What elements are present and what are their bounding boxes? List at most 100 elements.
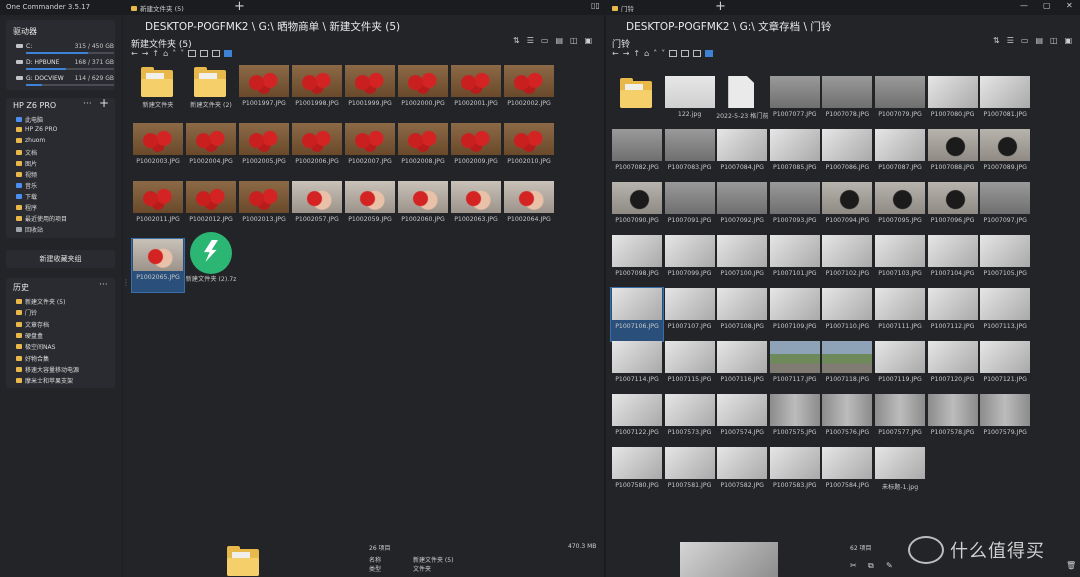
file-item[interactable]: P1007100.JPG	[716, 235, 768, 288]
file-item[interactable]: P1007107.JPG	[664, 288, 716, 341]
new-favorite-group-button[interactable]: 新建收藏夹组	[6, 250, 115, 268]
favorite-item[interactable]: 视频	[16, 170, 37, 179]
up-icon[interactable]: ↑	[633, 49, 640, 58]
sort-icon[interactable]: ⇅	[513, 36, 520, 45]
favorite-item[interactable]: 图片	[16, 159, 37, 168]
file-item[interactable]: P1007077.JPG	[769, 76, 821, 129]
drive-item[interactable]: D: HPBUNE 168 / 371 GB	[16, 59, 116, 75]
preview-icon[interactable]: ◫	[570, 36, 578, 45]
file-item[interactable]: P1002009.JPG	[450, 123, 502, 176]
file-item[interactable]: 122.jpg	[664, 76, 716, 129]
chevron-down-icon[interactable]: ˅	[180, 49, 184, 58]
file-item[interactable]: P1007116.JPG	[716, 341, 768, 394]
file-item[interactable]: P1007114.JPG	[611, 341, 663, 394]
file-item[interactable]: P1007083.JPG	[664, 129, 716, 182]
favorite-item[interactable]: zhuom	[16, 137, 45, 144]
file-item[interactable]: 新建文件夹 (2).7z	[185, 232, 237, 292]
list-view-icon[interactable]	[669, 50, 678, 57]
minimize-icon[interactable]: —	[1020, 1, 1028, 10]
more-icon[interactable]: ···	[83, 99, 92, 109]
file-item[interactable]: P1007106.JPG	[610, 287, 664, 342]
file-item[interactable]: P1007087.JPG	[874, 129, 926, 182]
history-item[interactable]: 门铃	[16, 308, 37, 317]
file-item[interactable]: P1007089.JPG	[979, 129, 1031, 182]
file-item[interactable]: P1002005.JPG	[238, 123, 290, 176]
favorite-item[interactable]: 音乐	[16, 181, 37, 190]
file-item[interactable]: P1007120.JPG	[927, 341, 979, 394]
favorite-item[interactable]: 最近使用的项目	[16, 214, 67, 223]
new-file-icon[interactable]: ▭	[1021, 36, 1029, 45]
add-favorite-icon[interactable]: +	[99, 96, 109, 110]
file-item[interactable]: P1002013.JPG	[238, 181, 290, 234]
file-item[interactable]: P1007103.JPG	[874, 235, 926, 288]
file-item[interactable]: P1007581.JPG	[664, 447, 716, 500]
panel-layout-icon[interactable]: ▯▯	[591, 1, 600, 10]
favorite-item[interactable]: 回收站	[16, 225, 43, 234]
file-item[interactable]: P1002064.JPG	[503, 181, 555, 234]
file-item[interactable]: P1001998.JPG	[291, 65, 343, 118]
history-item[interactable]: 硬盘盒	[16, 331, 43, 340]
file-item[interactable]: P1007102.JPG	[821, 235, 873, 288]
file-item[interactable]: P1002001.JPG	[450, 65, 502, 118]
history-item[interactable]: 摩米士和苹果支架	[16, 376, 73, 385]
file-item[interactable]: P1001999.JPG	[344, 65, 396, 118]
file-item[interactable]: P1007079.JPG	[874, 76, 926, 129]
history-item[interactable]: 好物合集	[16, 354, 49, 363]
file-item[interactable]: P1002003.JPG	[132, 123, 184, 176]
favorite-item[interactable]: HP Z6 PRO	[16, 126, 57, 133]
file-item[interactable]: P1007091.JPG	[664, 182, 716, 235]
clipboard-icon[interactable]: ▣	[585, 36, 593, 45]
file-item[interactable]: P1002059.JPG	[344, 181, 396, 234]
file-item[interactable]: P1002011.JPG	[132, 181, 184, 234]
file-item[interactable]: P1007577.JPG	[874, 394, 926, 447]
file-item[interactable]: P1002008.JPG	[397, 123, 449, 176]
file-item[interactable]: P1007574.JPG	[716, 394, 768, 447]
file-item[interactable]	[611, 76, 663, 129]
chevron-up-icon[interactable]: ˄	[172, 49, 176, 58]
tab-right[interactable]: 门铃	[612, 2, 634, 14]
cut-icon[interactable]: ✂	[850, 561, 857, 570]
file-item[interactable]: P1007097.JPG	[979, 182, 1031, 235]
filter-icon[interactable]: ☰	[1007, 36, 1014, 45]
file-item[interactable]: P1007112.JPG	[927, 288, 979, 341]
file-item[interactable]: P1001997.JPG	[238, 65, 290, 118]
file-item[interactable]: P1007084.JPG	[716, 129, 768, 182]
new-folder-icon[interactable]: ▤	[555, 36, 563, 45]
preview-icon[interactable]: ◫	[1050, 36, 1058, 45]
details-view-icon[interactable]	[200, 50, 209, 57]
up-icon[interactable]: ↑	[152, 49, 159, 58]
more-icon[interactable]: ···	[99, 280, 108, 290]
history-item[interactable]: 极空间NAS	[16, 342, 55, 351]
favorite-item[interactable]: 下载	[16, 192, 37, 201]
file-item[interactable]: P1007583.JPG	[769, 447, 821, 500]
file-item[interactable]: P1007582.JPG	[716, 447, 768, 500]
chevron-up-icon[interactable]: ˄	[653, 49, 657, 58]
back-icon[interactable]: ←	[612, 49, 619, 58]
file-item[interactable]: P1007578.JPG	[927, 394, 979, 447]
file-item[interactable]: P1007092.JPG	[716, 182, 768, 235]
file-item[interactable]: P1007113.JPG	[979, 288, 1031, 341]
folder-menu-icon[interactable]: ⌂	[644, 49, 649, 58]
file-item[interactable]: P1002000.JPG	[397, 65, 449, 118]
file-item[interactable]: P1002004.JPG	[185, 123, 237, 176]
file-item[interactable]: P1007117.JPG	[769, 341, 821, 394]
file-item[interactable]: P1007584.JPG	[821, 447, 873, 500]
clipboard-icon[interactable]: ▣	[1065, 36, 1073, 45]
history-item[interactable]: 新建文件夹 (5)	[16, 297, 65, 306]
drive-item[interactable]: C: 315 / 450 GB	[16, 43, 116, 59]
file-item[interactable]: 未标题-1.jpg	[874, 447, 926, 500]
file-item[interactable]: P1007573.JPG	[664, 394, 716, 447]
file-item[interactable]: P1007086.JPG	[821, 129, 873, 182]
folder-menu-icon[interactable]: ⌂	[163, 49, 168, 58]
file-item[interactable]: P1007096.JPG	[927, 182, 979, 235]
file-item[interactable]: P1007580.JPG	[611, 447, 663, 500]
file-item[interactable]: P1007078.JPG	[821, 76, 873, 129]
close-icon[interactable]: ✕	[1066, 1, 1073, 10]
file-item[interactable]: P1007122.JPG	[611, 394, 663, 447]
columns-view-icon[interactable]	[693, 50, 702, 57]
file-item[interactable]: P1002063.JPG	[450, 181, 502, 234]
breadcrumb[interactable]: DESKTOP-POGFMK2 \ G:\ 晒物商单 \ 新建文件夹 (5)	[145, 19, 400, 34]
tab-left[interactable]: 新建文件夹 (5)	[131, 2, 184, 14]
file-item[interactable]: P1007576.JPG	[821, 394, 873, 447]
file-item[interactable]: P1007101.JPG	[769, 235, 821, 288]
